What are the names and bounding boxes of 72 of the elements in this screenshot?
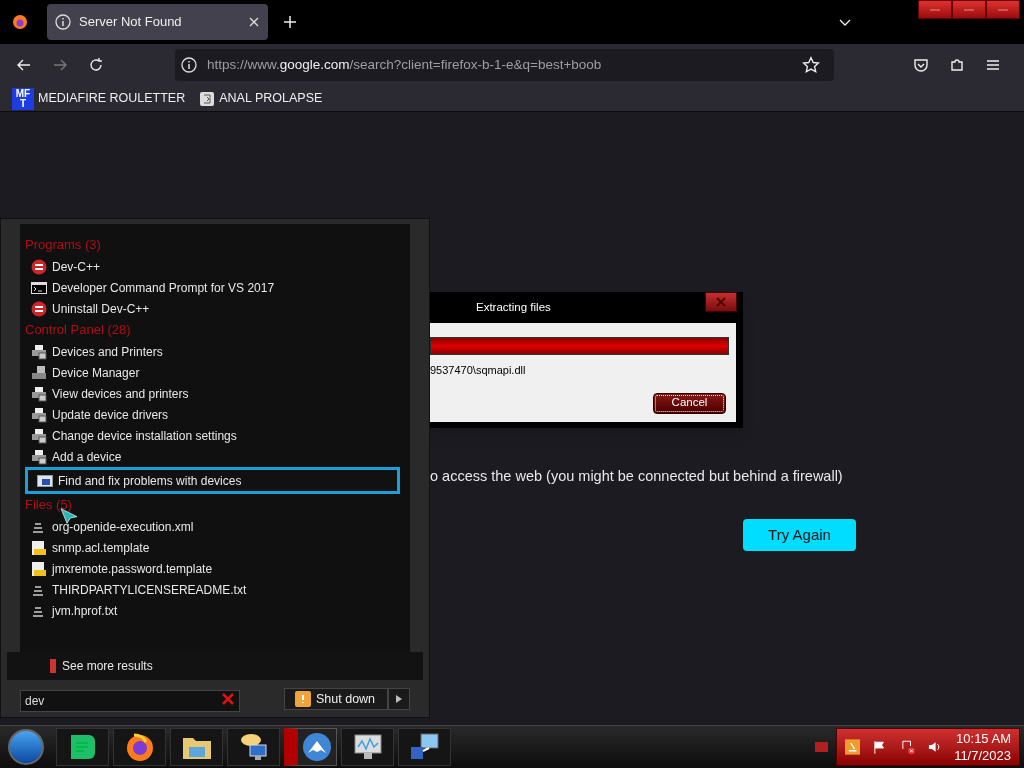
bookmark[interactable]: ANAL PROLAPSE	[199, 89, 323, 108]
tab-title: Server Not Found	[79, 13, 183, 32]
search-result[interactable]: Update device drivers	[31, 404, 400, 425]
search-result[interactable]: Add a device	[31, 446, 400, 467]
dev-cpp-icon	[31, 258, 47, 275]
printer-icon	[31, 343, 47, 360]
minimize-window-icon[interactable]	[918, 0, 952, 19]
star-icon[interactable]	[802, 56, 820, 74]
printer-icon	[31, 448, 47, 465]
troubleshoot-icon	[37, 472, 53, 489]
restore-window-icon[interactable]	[952, 0, 986, 19]
see-more-results[interactable]: See more results	[7, 652, 423, 680]
browser-tab[interactable]: Server Not Found	[47, 4, 268, 40]
search-result[interactable]: jvm.hprof.txt	[31, 600, 400, 621]
pocket-icon[interactable]	[913, 57, 929, 73]
start-orb[interactable]	[8, 729, 44, 765]
taskbar-button[interactable]	[227, 728, 280, 766]
firefox-icon[interactable]	[12, 14, 28, 30]
back-arrow-icon[interactable]	[16, 57, 32, 73]
shutdown-options-button[interactable]	[388, 688, 410, 710]
url-text: https://www.google.com/search?client=firefox-b-1-e&q=best+boob	[207, 55, 603, 74]
file-path: 9537470\sqmapi.dll	[430, 363, 527, 378]
info-icon	[55, 14, 71, 30]
reload-icon[interactable]	[88, 57, 104, 73]
shut-down-button[interactable]: Shut down	[284, 688, 388, 710]
search-result[interactable]: Devices and Printers	[31, 341, 400, 362]
file-icon	[31, 560, 47, 577]
try-again-button[interactable]: Try Again	[743, 518, 856, 551]
group-heading: Files (5)	[25, 496, 73, 514]
dev-cpp-icon	[31, 300, 47, 317]
device-manager-icon	[31, 364, 47, 381]
address-bar[interactable]: https://www.google.com/search?client=firefox-b-1-e&q=best+boob	[175, 49, 834, 81]
search-result[interactable]: Change device installation settings	[31, 425, 400, 446]
search-result[interactable]: snmp.acl.template	[31, 537, 400, 558]
taskbar-button[interactable]	[113, 728, 166, 766]
search-result[interactable]: THIRDPARTYLICENSEREADME.txt	[31, 579, 400, 600]
error-message: o access the web (you might be connected but behind a firewall)	[430, 467, 843, 486]
printer-icon	[31, 406, 47, 423]
file-icon	[31, 539, 47, 556]
close-window-icon[interactable]	[986, 0, 1020, 19]
clock[interactable]: 10:15 AM 11/7/2023	[954, 730, 1011, 764]
dialog-title: Extracting files	[476, 299, 551, 315]
cancel-button[interactable]: Cancel	[653, 392, 726, 414]
caret-icon	[396, 695, 402, 703]
search-result[interactable]: org-openide-execution.xml	[31, 516, 400, 537]
taskbar-button[interactable]	[56, 728, 109, 766]
new-tab-icon[interactable]	[282, 14, 298, 30]
printer-icon	[31, 385, 47, 402]
taskbar-button[interactable]	[398, 728, 451, 766]
menu-icon[interactable]	[985, 57, 1001, 73]
search-result[interactable]: Find and fix problems with devices	[25, 467, 400, 494]
info-icon	[181, 57, 197, 73]
search-result[interactable]: Developer Command Prompt for VS 2017	[31, 277, 400, 298]
clear-icon[interactable]	[222, 693, 234, 705]
search-result[interactable]: Device Manager	[31, 362, 400, 383]
mountain-logo-icon	[301, 731, 333, 763]
taskbar-button[interactable]	[284, 728, 337, 766]
terminal-icon	[31, 279, 47, 296]
search-result[interactable]: jmxremote.password.template	[31, 558, 400, 579]
search-result[interactable]: Uninstall Dev-C++	[31, 298, 400, 319]
bookmark-favicon: MF T	[12, 87, 34, 110]
forward-arrow-icon[interactable]	[52, 57, 68, 73]
printer-icon	[31, 427, 47, 444]
taskbar-button[interactable]	[170, 728, 223, 766]
search-result[interactable]: View devices and printers	[31, 383, 400, 404]
group-heading: Programs (3)	[25, 236, 102, 254]
search-result[interactable]: Dev-C++	[31, 256, 400, 277]
page-icon	[199, 90, 216, 107]
group-heading: Control Panel (28)	[25, 321, 132, 339]
taskbar-button[interactable]	[341, 728, 394, 766]
network-error-icon[interactable]	[899, 739, 915, 755]
search-field[interactable]: dev	[20, 690, 240, 712]
